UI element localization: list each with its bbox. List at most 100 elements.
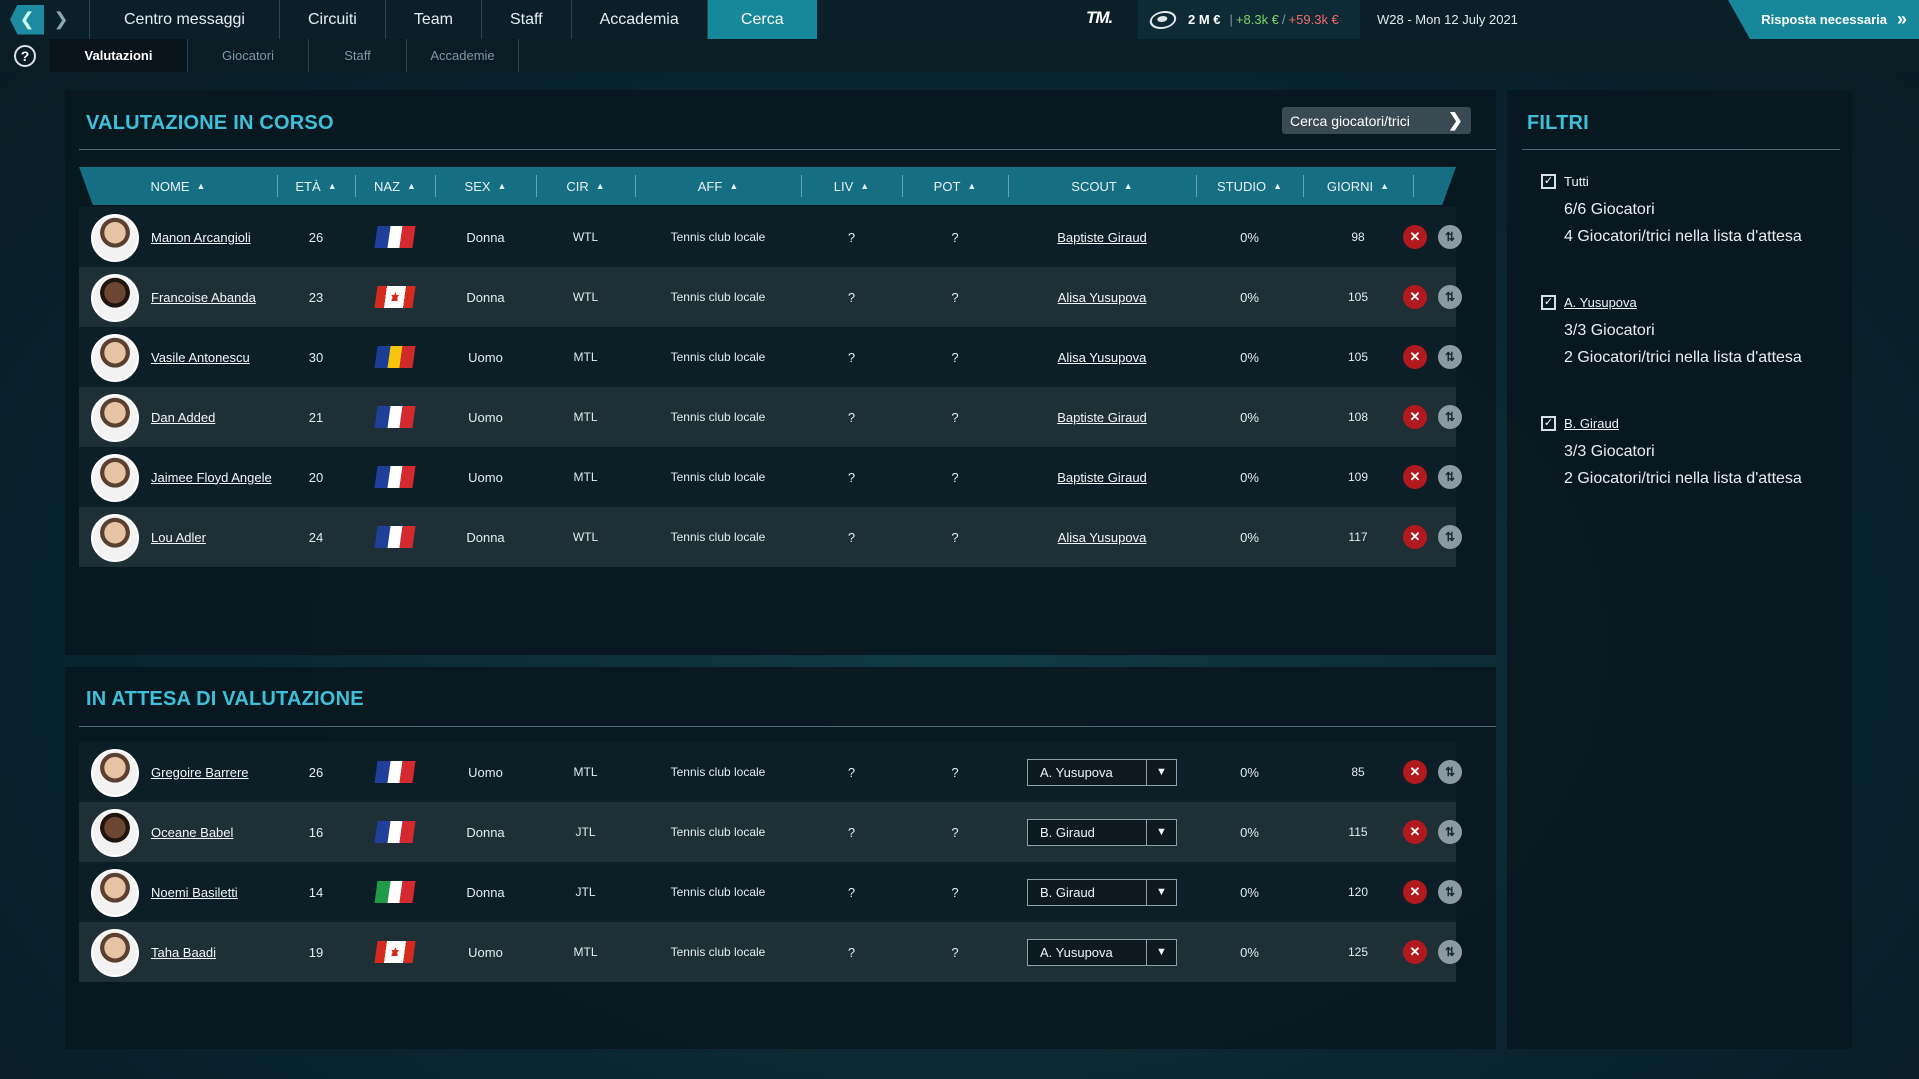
subtab-staff[interactable]: Staff: [309, 39, 407, 72]
remove-icon[interactable]: ✕: [1403, 760, 1427, 784]
column-header-label: ETÀ: [295, 178, 321, 194]
flag-fr-icon: [374, 526, 416, 548]
column-header-cir[interactable]: CIR ▲: [536, 167, 635, 205]
sort-ascending-icon: ▲: [729, 181, 739, 191]
remove-icon[interactable]: ✕: [1403, 465, 1427, 489]
cell-age: 26: [308, 229, 324, 245]
cell-liv: ?: [847, 944, 856, 960]
column-header-label: LIV: [833, 178, 854, 194]
swap-icon[interactable]: ⇅: [1438, 940, 1462, 964]
swap-icon[interactable]: ⇅: [1438, 760, 1462, 784]
table-row[interactable]: Noemi Basiletti 14 Donna JTL Tennis club loc…: [79, 862, 1462, 922]
swap-icon[interactable]: ⇅: [1438, 820, 1462, 844]
column-header-eta[interactable]: ETÀ ▲: [277, 167, 355, 205]
tab-centro-messaggi[interactable]: Centro messaggi: [89, 0, 279, 39]
column-header-label: NOME: [150, 178, 190, 194]
cell-age: 30: [308, 349, 324, 365]
player-name-link[interactable]: Manon Arcangioli: [151, 207, 251, 267]
remove-icon[interactable]: ✕: [1403, 345, 1427, 369]
tab-team[interactable]: Team: [384, 0, 481, 39]
tab-cerca[interactable]: Cerca: [706, 0, 817, 39]
filter-checkbox-b-giraud[interactable]: ✓ B. Giraud: [1541, 416, 1802, 431]
column-header-giorni[interactable]: GIORNI ▲: [1303, 167, 1413, 205]
player-name-link[interactable]: Taha Baadi: [151, 922, 216, 982]
table-row[interactable]: Oceane Babel 16 Donna JTL Tennis club locale…: [79, 802, 1462, 862]
cell-nat: [355, 922, 435, 982]
player-name-link[interactable]: Vasile Antonescu: [151, 327, 250, 387]
back-arrow-icon[interactable]: ❮: [10, 4, 44, 35]
remove-icon[interactable]: ✕: [1403, 225, 1427, 249]
cell-nat: [355, 447, 435, 507]
remove-icon[interactable]: ✕: [1403, 285, 1427, 309]
column-header-scout[interactable]: SCOUT ▲: [1008, 167, 1196, 205]
cell-cir: JTL: [575, 885, 596, 899]
column-header-naz[interactable]: NAZ ▲: [355, 167, 435, 205]
table-row[interactable]: Lou Adler 24 Donna WTL Tennis club locale?? A…: [79, 507, 1462, 567]
subtab-giocatori[interactable]: Giocatori: [188, 39, 309, 72]
filter-checkbox-tutti[interactable]: ✓ Tutti: [1541, 174, 1802, 189]
remove-icon[interactable]: ✕: [1403, 405, 1427, 429]
filter-checkbox-a-yusupova[interactable]: ✓ A. Yusupova: [1541, 295, 1802, 310]
subtab-valutazioni[interactable]: Valutazioni: [50, 39, 188, 72]
swap-icon[interactable]: ⇅: [1438, 285, 1462, 309]
scout-name-link[interactable]: Baptiste Giraud: [1057, 230, 1147, 245]
scout-select[interactable]: B. Giraud ▼: [1027, 818, 1177, 846]
scout-name-link[interactable]: Alisa Yusupova: [1058, 530, 1147, 545]
table-row[interactable]: Jaimee Floyd Angele 20 Uomo MTL Tennis club …: [79, 447, 1462, 507]
scout-select[interactable]: B. Giraud ▼: [1027, 878, 1177, 906]
cell-aff: Tennis club locale: [670, 945, 766, 959]
player-name-link[interactable]: Oceane Babel: [151, 802, 233, 862]
player-name-link[interactable]: Francoise Abanda: [151, 267, 256, 327]
player-name-link[interactable]: Noemi Basiletti: [151, 862, 238, 922]
table-row[interactable]: Dan Added 21 Uomo MTL Tennis club locale?? Ba…: [79, 387, 1462, 447]
player-avatar: [91, 869, 139, 917]
column-header-nome[interactable]: NOME ▲: [79, 167, 277, 205]
remove-icon[interactable]: ✕: [1403, 940, 1427, 964]
column-header-liv[interactable]: LIV ▲: [801, 167, 902, 205]
search-players-button[interactable]: Cerca giocatori/trici ❯: [1282, 107, 1471, 134]
scout-name-link[interactable]: Alisa Yusupova: [1058, 350, 1147, 365]
table-row[interactable]: Manon Arcangioli 26 Donna WTL Tennis club lo…: [79, 207, 1462, 267]
swap-icon[interactable]: ⇅: [1438, 345, 1462, 369]
tab-accademia[interactable]: Accademia: [570, 0, 707, 39]
remove-icon[interactable]: ✕: [1403, 820, 1427, 844]
cell-age: 23: [308, 289, 324, 305]
swap-icon[interactable]: ⇅: [1438, 525, 1462, 549]
swap-icon[interactable]: ⇅: [1438, 225, 1462, 249]
checkbox-checked-icon: ✓: [1541, 174, 1556, 189]
subtab-accademie[interactable]: Accademie: [407, 39, 519, 72]
player-name-link[interactable]: Lou Adler: [151, 507, 206, 567]
swap-icon[interactable]: ⇅: [1438, 465, 1462, 489]
player-name-link[interactable]: Gregoire Barrere: [151, 742, 249, 802]
scout-name-link[interactable]: Baptiste Giraud: [1057, 470, 1147, 485]
cell-studio: 0%: [1240, 409, 1259, 425]
column-header-studio[interactable]: STUDIO ▲: [1196, 167, 1303, 205]
flag-ca-icon: [374, 941, 416, 963]
table-row[interactable]: Francoise Abanda 23 Donna WTL Tennis club lo…: [79, 267, 1462, 327]
column-header-sex[interactable]: SEX ▲: [435, 167, 536, 205]
scout-name-link[interactable]: Baptiste Giraud: [1057, 410, 1147, 425]
tab-circuiti[interactable]: Circuiti: [278, 0, 385, 39]
scout-select[interactable]: A. Yusupova ▼: [1027, 758, 1177, 786]
cell-cir: WTL: [572, 290, 599, 304]
tab-staff[interactable]: Staff: [480, 0, 571, 39]
table-row[interactable]: Vasile Antonescu 30 Uomo MTL Tennis club loc…: [79, 327, 1462, 387]
scout-select[interactable]: A. Yusupova ▼: [1027, 938, 1177, 966]
forward-arrow-icon[interactable]: ❯: [44, 5, 78, 35]
table-row[interactable]: Gregoire Barrere 26 Uomo MTL Tennis club loc…: [79, 742, 1462, 802]
help-icon[interactable]: ?: [14, 44, 36, 67]
swap-icon[interactable]: ⇅: [1438, 405, 1462, 429]
cell-sex: Donna: [466, 884, 505, 900]
player-name-link[interactable]: Jaimee Floyd Angele: [151, 447, 272, 507]
column-header-aff[interactable]: AFF ▲: [635, 167, 801, 205]
column-header-pot[interactable]: POT ▲: [902, 167, 1008, 205]
remove-icon[interactable]: ✕: [1403, 880, 1427, 904]
sort-ascending-icon: ▲: [327, 181, 337, 191]
swap-icon[interactable]: ⇅: [1438, 880, 1462, 904]
player-name-link[interactable]: Dan Added: [151, 387, 215, 447]
scout-name-link[interactable]: Alisa Yusupova: [1058, 290, 1147, 305]
remove-icon[interactable]: ✕: [1403, 525, 1427, 549]
money-separator: /: [1281, 12, 1286, 27]
table-row[interactable]: Taha Baadi 19 Uomo MTL Tennis club locale?? A…: [79, 922, 1462, 982]
flag-fr-icon: [374, 761, 416, 783]
